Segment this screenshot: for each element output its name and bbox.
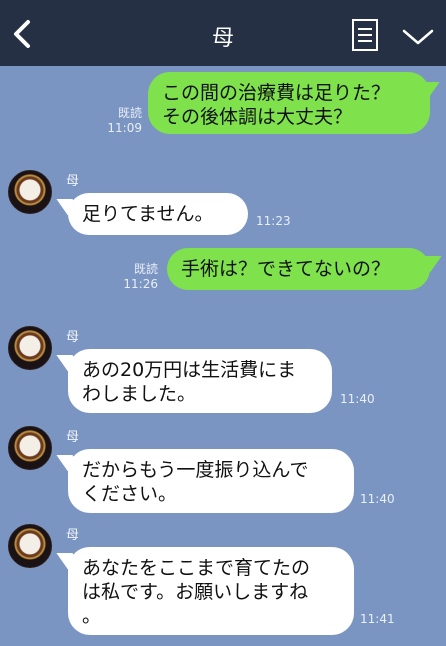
message-time: 11:23 (256, 214, 291, 228)
message-line: その後体調は大丈夫？ (162, 106, 353, 128)
message-time: 11:09 (107, 121, 142, 135)
message-line: 。 (82, 605, 102, 627)
back-button[interactable] (6, 14, 40, 54)
avatar[interactable] (8, 326, 52, 370)
chat-header: 母 (0, 0, 446, 66)
message-bubble[interactable]: だからもう一度振り込んで ください。 (68, 449, 354, 513)
sender-name: 母 (66, 430, 80, 445)
sender-name: 母 (66, 174, 80, 189)
avatar[interactable] (8, 170, 52, 214)
chevron-left-icon (14, 20, 30, 48)
avatar[interactable] (8, 426, 52, 470)
sender-name: 母 (66, 330, 80, 345)
message-time: 11:26 (123, 277, 158, 291)
message-line: あの20万円は生活費にま (82, 359, 297, 381)
note-icon (352, 19, 378, 51)
message-line: あなたをここまで育てたの (82, 557, 311, 579)
message-line: 手術は？できてないの？ (181, 258, 391, 280)
message-bubble[interactable]: 手術は？できてないの？ (167, 248, 430, 290)
message-time: 11:40 (360, 492, 395, 506)
message-line: だからもう一度振り込んで (82, 459, 309, 481)
message-bubble[interactable]: あの20万円は生活費にま わしました。 (68, 349, 332, 413)
message-line: この間の治療費は足りた？ (162, 82, 391, 104)
message-line: わしました。 (82, 383, 197, 405)
message-line: ください。 (82, 483, 178, 505)
message-bubble[interactable]: あなたをここまで育てたの は私です。お願いしますね 。 (68, 547, 354, 635)
message-bubble[interactable]: この間の治療費は足りた？ その後体調は大丈夫？ (148, 72, 430, 134)
message-line: 足りてません。 (82, 203, 214, 225)
expand-button[interactable] (400, 26, 436, 48)
message-bubble[interactable]: 足りてません。 (68, 193, 248, 235)
read-receipt: 既読 (117, 106, 142, 120)
read-receipt: 既読 (133, 262, 158, 276)
message-time: 11:41 (360, 612, 395, 626)
message-line: は私です。お願いしますね (82, 581, 309, 603)
avatar[interactable] (8, 524, 52, 568)
sender-name: 母 (66, 528, 80, 543)
menu-button[interactable] (350, 18, 380, 52)
chevron-down-icon (402, 29, 434, 45)
message-time: 11:40 (340, 392, 375, 406)
